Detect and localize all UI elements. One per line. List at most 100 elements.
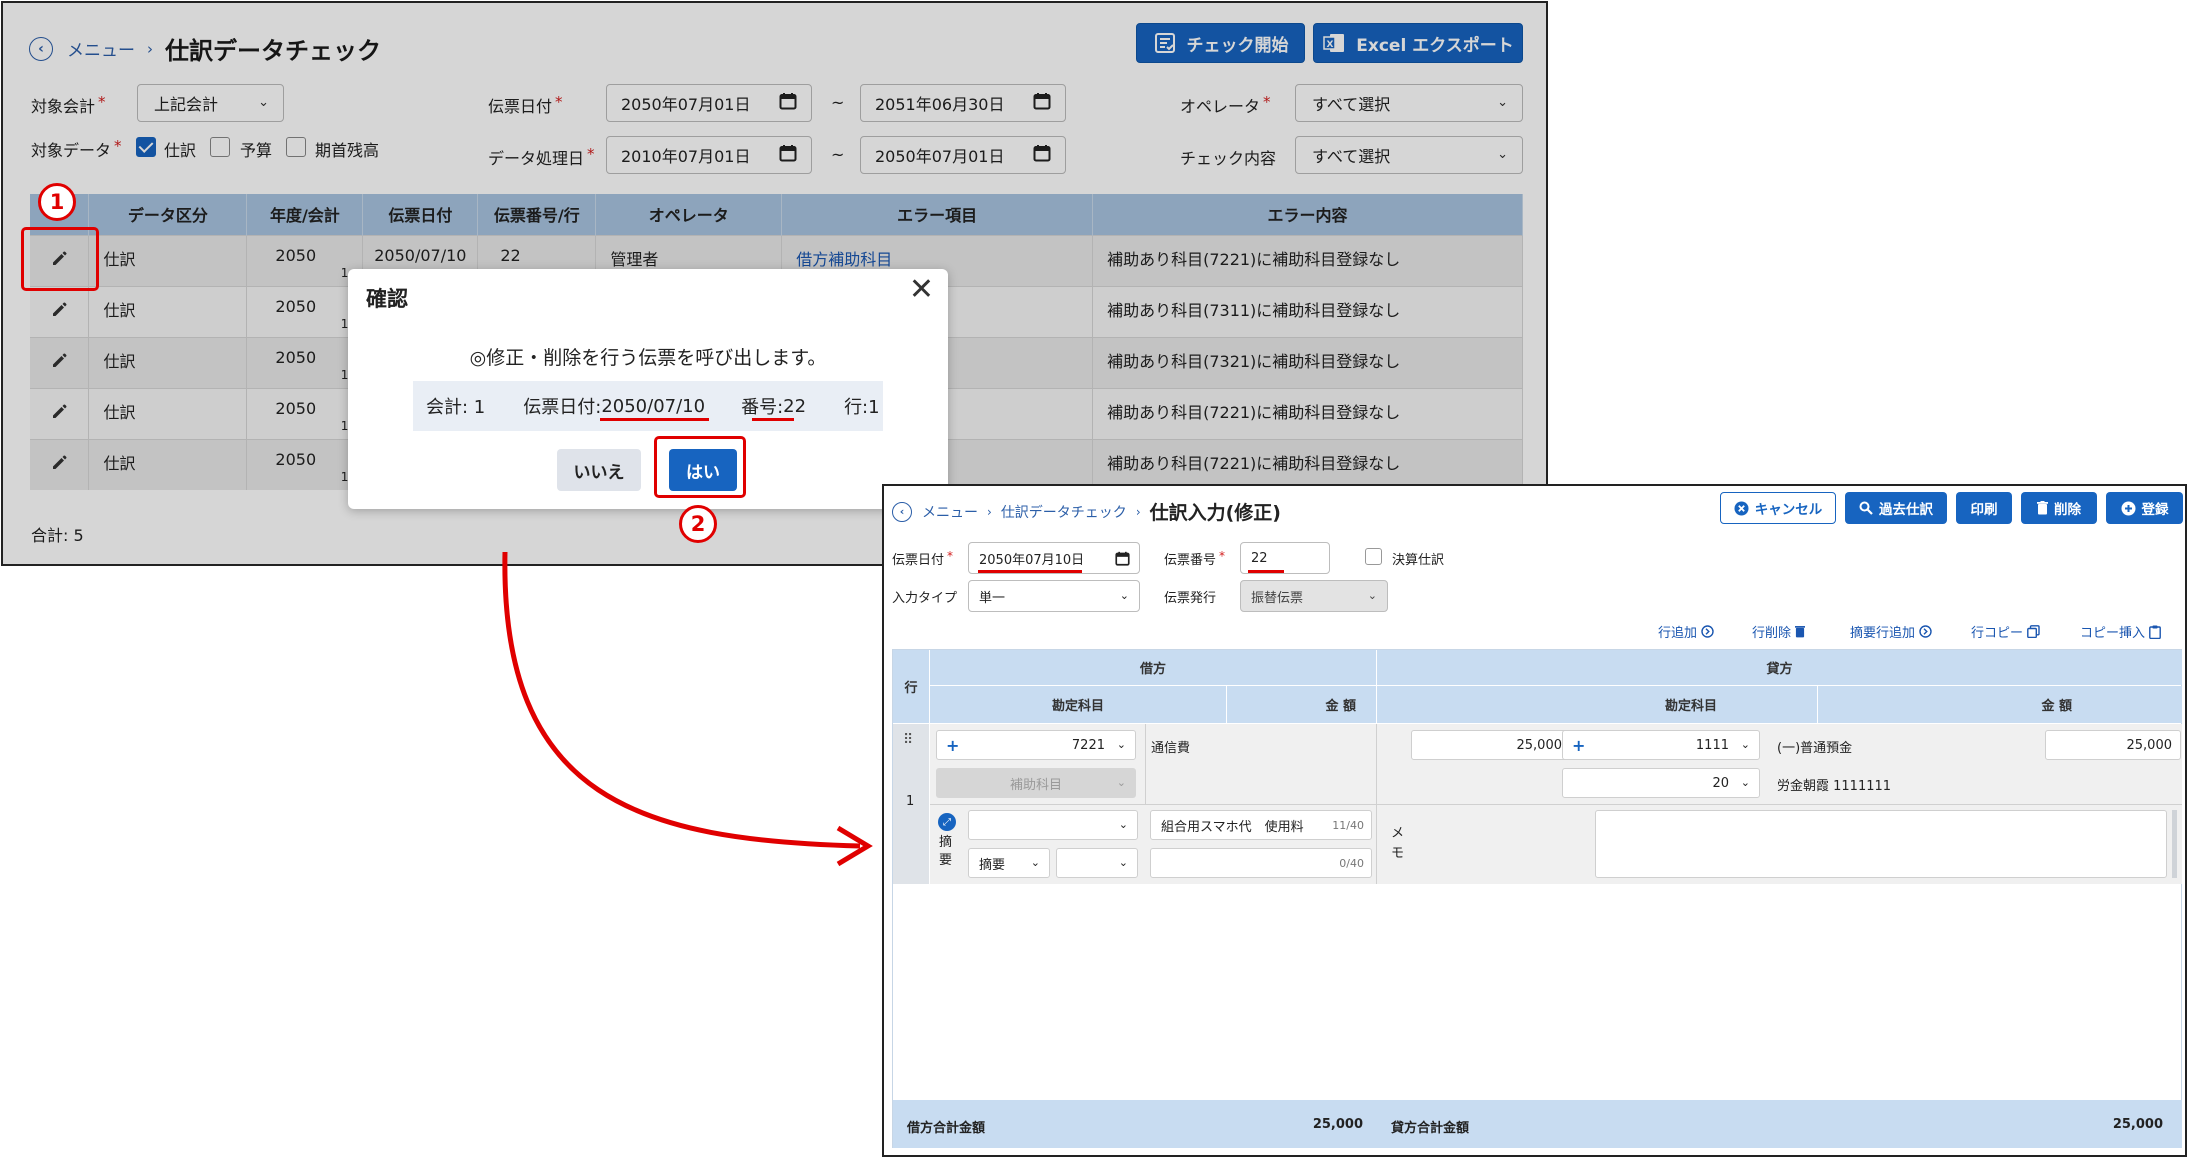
chevron-right-icon: › <box>987 504 992 519</box>
debit-total-label: 借方合計金額 <box>907 1121 986 1136</box>
debit-sub-account-select[interactable]: 補助科目 ⌄ <box>936 768 1136 798</box>
row-number: 1 <box>906 794 915 809</box>
drag-handle-icon[interactable]: ⠿ <box>903 732 913 748</box>
chevron-right-icon: › <box>1135 504 1141 519</box>
slip-no-value: 22 <box>1251 550 1268 566</box>
credit-sub-account-name: 労金朝霞 1111111 <box>1777 779 1892 794</box>
slip-issue-value: 振替伝票 <box>1251 590 1304 606</box>
slip-issue-label: 伝票発行 <box>1164 591 1217 606</box>
summary-sub-select[interactable]: ⌄ <box>1056 848 1138 878</box>
chevron-down-icon: ⌄ <box>1119 588 1129 602</box>
summary-text-input[interactable]: 組合用スマホ代 使用料 11/40 <box>1150 810 1372 840</box>
plus-icon[interactable]: + <box>1572 736 1585 755</box>
closing-entry-checkbox[interactable] <box>1365 548 1382 565</box>
slip-no-label: 伝票番号 * <box>1164 549 1226 568</box>
credit-total-label: 貸方合計金額 <box>1391 1121 1470 1136</box>
summary-text-input-2[interactable]: 0/40 <box>1150 848 1372 878</box>
chevron-down-icon: ⌄ <box>1118 855 1128 869</box>
add-circle-icon <box>2121 501 2136 516</box>
memo-textarea[interactable] <box>1595 810 2167 878</box>
breadcrumb: ‹ メニュー › 仕訳データチェック › 仕訳入力(修正) <box>892 498 1281 525</box>
page-title: 仕訳入力(修正) <box>1149 502 1281 524</box>
delete-button[interactable]: 削除 <box>2021 492 2097 524</box>
journal-grid: 行 借方 貸方 勘定科目 金 額 勘定科目 金 額 ⠿ 1 + 7221 ⌄ 通… <box>892 649 2182 1148</box>
trash-icon <box>2037 501 2048 515</box>
register-label: 登録 <box>2141 502 2169 518</box>
summary-category-select[interactable]: ⌄ <box>968 810 1138 840</box>
summary-char-count: 11/40 <box>1332 818 1364 832</box>
memo-label: メモ <box>1391 826 1405 861</box>
credit-header: 貸方 <box>1377 650 2182 685</box>
slip-issue-select[interactable]: 振替伝票 ⌄ <box>1240 580 1388 612</box>
debit-total-amount: 25,000 <box>1312 1117 1363 1132</box>
summary-type-value: 摘要 <box>979 857 1006 873</box>
chevron-down-icon: ⌄ <box>1030 855 1040 869</box>
past-journal-label: 過去仕訳 <box>1879 502 1933 518</box>
delete-label: 削除 <box>2054 502 2081 518</box>
back-icon[interactable]: ‹ <box>892 501 912 522</box>
chevron-down-icon: ⌄ <box>1118 817 1128 831</box>
chevron-down-icon: ⌄ <box>1740 775 1750 789</box>
credit-account-code: 1111 <box>1695 737 1729 753</box>
cancel-label: キャンセル <box>1754 502 1823 518</box>
credit-account-name: (一)普通預金 <box>1777 741 1853 756</box>
highlight-underline <box>1248 570 1284 573</box>
credit-account-select[interactable]: + 1111 ⌄ <box>1562 730 1760 760</box>
journal-entry-edit-window: ‹ メニュー › 仕訳データチェック › 仕訳入力(修正) キャンセル 過去仕訳… <box>882 484 2187 1157</box>
credit-amount-header: 金 額 <box>1818 686 2182 723</box>
row-number-cell: ⠿ 1 <box>893 724 929 884</box>
slip-date-value: 2050年07月10日 <box>979 552 1085 568</box>
print-button[interactable]: 印刷 <box>1956 492 2012 524</box>
plus-icon[interactable]: + <box>946 736 959 755</box>
debit-account-code: 7221 <box>1071 737 1105 753</box>
input-type-label: 入力タイプ <box>892 591 958 606</box>
debit-account-select[interactable]: + 7221 ⌄ <box>936 730 1136 760</box>
debit-header: 借方 <box>930 650 1376 685</box>
highlight-underline <box>978 570 1082 573</box>
totals-footer <box>893 1100 2182 1148</box>
search-icon <box>1859 501 1873 515</box>
add-summary-row-action[interactable]: 摘要行追加 <box>1850 622 1932 641</box>
summary-type-select[interactable]: 摘要 ⌄ <box>968 848 1050 878</box>
row-header: 行 <box>893 650 929 723</box>
chevron-down-icon: ⌄ <box>1116 775 1126 789</box>
closing-entry-label: 決算仕訳 <box>1392 553 1445 568</box>
add-row-action[interactable]: 行追加 <box>1658 622 1714 641</box>
copy-insert-action[interactable]: コピー挿入 <box>2080 622 2161 641</box>
breadcrumb-parent-link[interactable]: 仕訳データチェック <box>1001 502 1127 522</box>
summary-char-count: 0/40 <box>1339 856 1364 870</box>
delete-row-action[interactable]: 行削除 <box>1752 622 1806 641</box>
chevron-down-icon: ⌄ <box>1740 737 1750 751</box>
copy-icon <box>2027 625 2040 638</box>
slip-date-label: 伝票日付 * <box>892 549 954 568</box>
breadcrumb-menu-link[interactable]: メニュー <box>922 502 978 522</box>
scrollbar[interactable] <box>2172 810 2177 878</box>
expand-icon[interactable]: ⤢ <box>938 813 956 831</box>
credit-total-amount: 25,000 <box>2112 1117 2163 1132</box>
debit-account-header: 勘定科目 <box>930 686 1226 723</box>
input-type-select[interactable]: 単一 ⌄ <box>968 580 1140 612</box>
credit-amount-input[interactable]: 25,000 <box>2045 730 2181 760</box>
summary-label: 摘要 <box>939 835 953 868</box>
chevron-down-icon: ⌄ <box>1116 737 1126 751</box>
summary-text-value: 組合用スマホ代 使用料 <box>1161 819 1304 835</box>
copy-row-action[interactable]: 行コピー <box>1971 622 2040 641</box>
chevron-down-icon: ⌄ <box>1367 588 1377 602</box>
credit-sub-account-select[interactable]: 20 ⌄ <box>1562 768 1760 798</box>
cancel-circle-icon <box>1734 501 1749 516</box>
input-type-value: 単一 <box>979 590 1006 606</box>
register-button[interactable]: 登録 <box>2106 492 2183 524</box>
calendar-icon[interactable] <box>1115 551 1130 570</box>
trash-icon <box>1795 625 1806 638</box>
past-journal-button[interactable]: 過去仕訳 <box>1845 492 1947 524</box>
debit-amount-input[interactable]: 25,000 <box>1411 730 1571 760</box>
row-divider <box>930 804 2182 805</box>
debit-amount-header: 金 額 <box>1227 686 1376 723</box>
cell-divider <box>1145 724 1146 804</box>
cancel-button[interactable]: キャンセル <box>1720 492 1836 524</box>
circle-arrow-icon <box>1919 625 1932 638</box>
credit-sub-account-code: 20 <box>1712 775 1729 791</box>
clipboard-icon <box>2149 625 2161 639</box>
debit-account-name: 通信費 <box>1151 741 1191 756</box>
circle-arrow-icon <box>1701 625 1714 638</box>
